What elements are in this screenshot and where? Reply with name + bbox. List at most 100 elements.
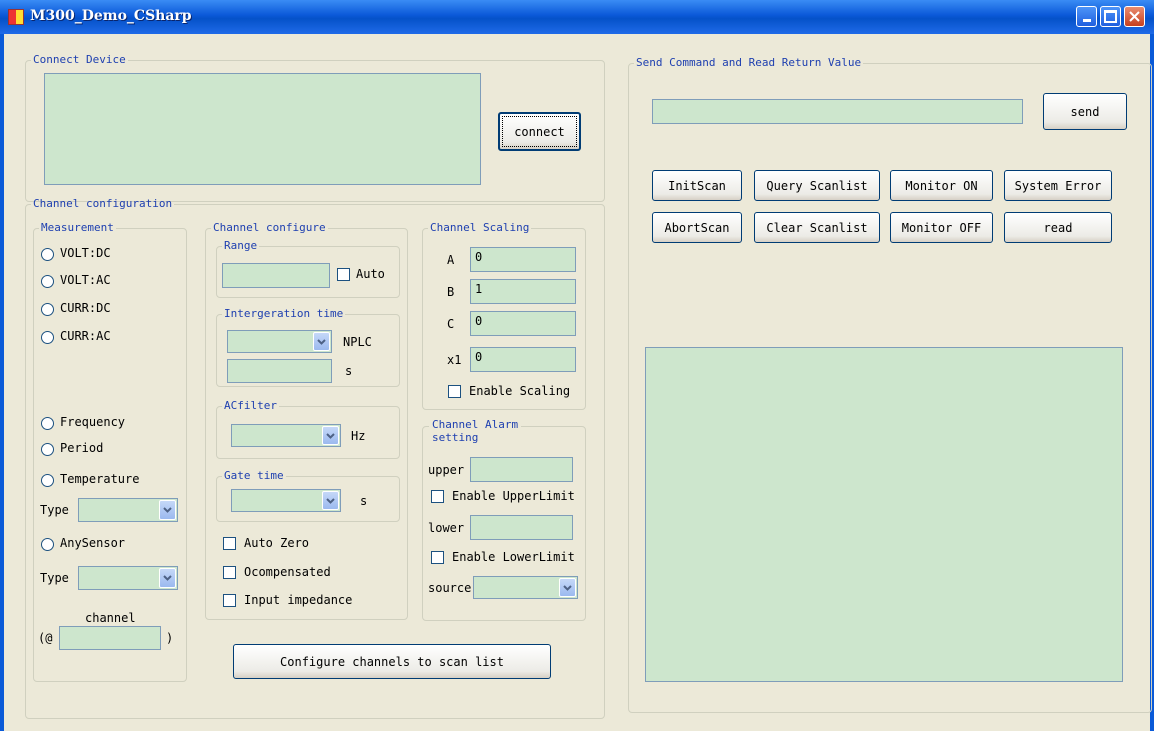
read-button[interactable]: read	[1004, 212, 1112, 243]
curr-dc-label: CURR:DC	[60, 301, 111, 315]
response-output-box[interactable]	[645, 347, 1123, 682]
channel-input[interactable]	[59, 626, 161, 650]
chevron-down-icon	[322, 491, 339, 510]
frequency-label: Frequency	[60, 415, 126, 429]
curr-ac-label: CURR:AC	[60, 329, 111, 343]
gate-time-legend: Gate time	[224, 469, 284, 482]
input-impedance-label: Input impedance	[244, 593, 353, 607]
period-label: Period	[60, 441, 104, 455]
enable-scaling-checkbox[interactable]	[448, 385, 461, 398]
initscan-button[interactable]: InitScan	[652, 170, 742, 201]
scaling-a-input[interactable]: 0	[470, 247, 576, 272]
volt-ac-label: VOLT:AC	[60, 273, 111, 287]
frequency-radio[interactable]	[41, 417, 54, 430]
alarm-lower-input[interactable]	[470, 515, 573, 540]
temperature-type-select[interactable]	[78, 498, 178, 522]
range-legend: Range	[224, 239, 258, 252]
app-window: M300_Demo_CSharp Connect Device connect …	[0, 0, 1154, 731]
scaling-c-label: C	[447, 317, 455, 331]
volt-dc-label: VOLT:DC	[60, 246, 111, 260]
curr-dc-radio[interactable]	[41, 303, 54, 316]
minimize-icon	[1082, 19, 1091, 22]
channel-label: channel	[85, 611, 136, 625]
enable-scaling-label: Enable Scaling	[469, 384, 571, 398]
clear-scanlist-button[interactable]: Clear Scanlist	[754, 212, 880, 243]
ocompensated-checkbox[interactable]	[223, 566, 236, 579]
gate-time-select[interactable]	[231, 489, 341, 512]
volt-ac-radio[interactable]	[41, 275, 54, 288]
maximize-button[interactable]	[1100, 6, 1121, 27]
enable-lowerlimit-checkbox[interactable]	[431, 551, 444, 564]
monitor-off-button[interactable]: Monitor OFF	[890, 212, 993, 243]
close-button[interactable]	[1124, 6, 1145, 27]
app-icon	[8, 9, 24, 25]
window-frame-left	[0, 34, 4, 731]
measurement-legend: Measurement	[41, 221, 114, 234]
curr-ac-radio[interactable]	[41, 331, 54, 344]
type-label-temperature: Type	[40, 503, 69, 517]
alarm-source-select[interactable]	[473, 576, 578, 599]
acfilter-select[interactable]	[231, 424, 341, 447]
temperature-radio[interactable]	[41, 474, 54, 487]
integration-time-select[interactable]	[227, 330, 332, 353]
gate-s-label: s	[360, 494, 368, 508]
auto-zero-label: Auto Zero	[244, 536, 310, 550]
channel-configuration-legend: Channel configuration	[33, 197, 173, 210]
chevron-down-icon	[559, 578, 576, 597]
ocompensated-label: Ocompensated	[244, 565, 331, 579]
channel-alarm-legend: Channel Alarm setting	[429, 418, 522, 444]
anysensor-radio[interactable]	[41, 538, 54, 551]
channel-scaling-legend: Channel Scaling	[430, 221, 530, 234]
alarm-upper-input[interactable]	[470, 457, 573, 482]
auto-zero-checkbox[interactable]	[223, 537, 236, 550]
command-input[interactable]	[652, 99, 1023, 124]
auto-checkbox[interactable]	[337, 268, 350, 281]
chevron-down-icon	[159, 500, 176, 520]
hz-label: Hz	[351, 429, 366, 443]
configure-scan-list-button[interactable]: Configure channels to scan list	[233, 644, 551, 679]
minimize-button[interactable]	[1076, 6, 1097, 27]
type-label-anysensor: Type	[40, 571, 69, 585]
channel-suffix: )	[166, 631, 174, 645]
channel-alarm-legend-line2: setting	[432, 431, 479, 444]
chevron-down-icon	[159, 568, 176, 588]
alarm-source-label: source	[428, 581, 472, 595]
channel-prefix: (@	[38, 631, 53, 645]
chevron-down-icon	[313, 332, 330, 351]
connect-output-box[interactable]	[44, 73, 481, 185]
auto-label: Auto	[356, 267, 385, 281]
window-title: M300_Demo_CSharp	[30, 8, 192, 24]
send-button[interactable]: send	[1043, 93, 1127, 130]
scaling-x1-input[interactable]: 0	[470, 347, 576, 372]
alarm-upper-label: upper	[428, 463, 465, 477]
enable-lowerlimit-label: Enable LowerLimit	[452, 550, 575, 564]
close-icon	[1129, 11, 1140, 22]
connect-device-legend: Connect Device	[33, 53, 126, 66]
monitor-on-button[interactable]: Monitor ON	[890, 170, 993, 201]
anysensor-type-select[interactable]	[78, 566, 178, 590]
alarm-lower-label: lower	[428, 521, 465, 535]
volt-dc-radio[interactable]	[41, 248, 54, 261]
system-error-button[interactable]: System Error	[1004, 170, 1112, 201]
scaling-b-input[interactable]: 1	[470, 279, 576, 304]
scaling-x1-label: x1	[447, 353, 462, 367]
chevron-down-icon	[322, 426, 339, 445]
enable-upperlimit-checkbox[interactable]	[431, 490, 444, 503]
maximize-icon	[1104, 10, 1117, 23]
scaling-c-input[interactable]: 0	[470, 311, 576, 336]
input-impedance-checkbox[interactable]	[223, 594, 236, 607]
period-radio[interactable]	[41, 443, 54, 456]
integration-s-label: s	[345, 364, 353, 378]
query-scanlist-button[interactable]: Query Scanlist	[754, 170, 880, 201]
channel-configure-legend: Channel configure	[213, 221, 326, 234]
title-bar[interactable]: M300_Demo_CSharp	[0, 0, 1154, 34]
nplc-label: NPLC	[343, 335, 372, 349]
channel-alarm-legend-line1: Channel Alarm	[432, 418, 519, 431]
scaling-a-label: A	[447, 253, 455, 267]
connect-button[interactable]: connect	[498, 112, 581, 151]
abortscan-button[interactable]: AbortScan	[652, 212, 742, 243]
integration-seconds-input[interactable]	[227, 359, 332, 383]
range-input[interactable]	[222, 263, 330, 288]
send-command-legend: Send Command and Read Return Value	[636, 56, 862, 69]
anysensor-label: AnySensor	[60, 536, 126, 550]
